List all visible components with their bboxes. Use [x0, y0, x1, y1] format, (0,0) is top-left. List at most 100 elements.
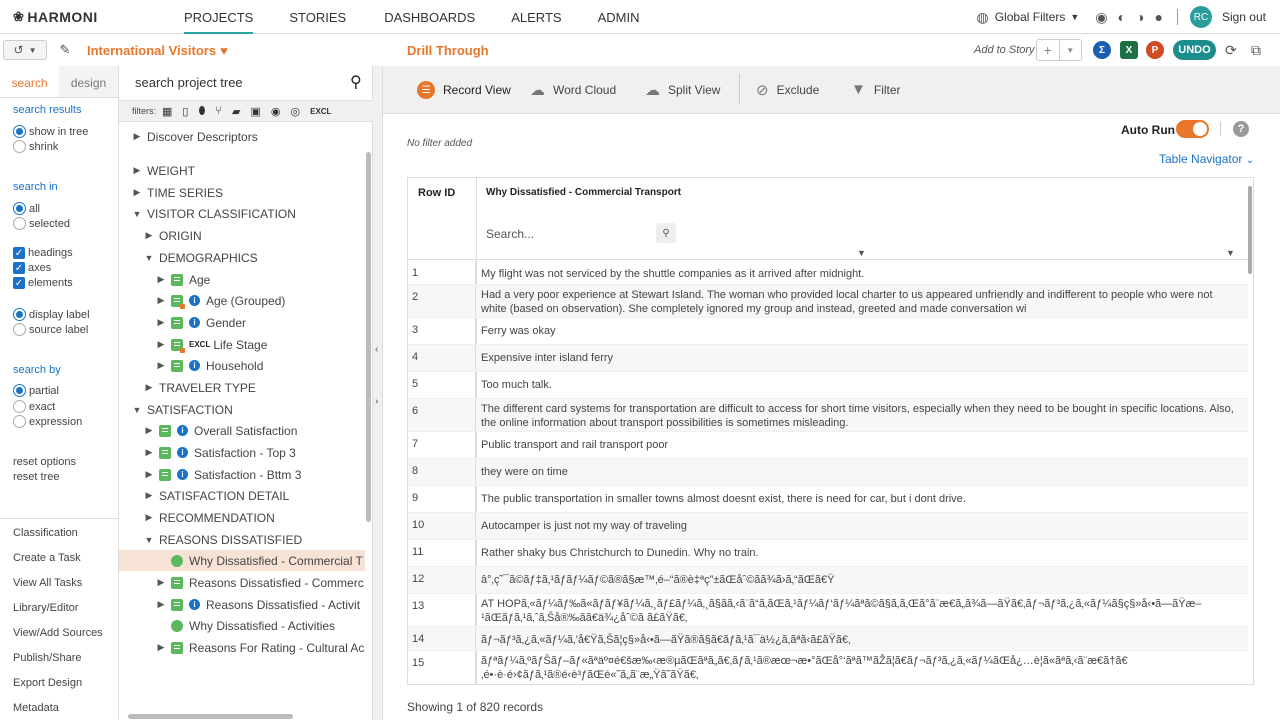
popout-icon[interactable]: ⧉	[1251, 42, 1261, 59]
tab-search[interactable]: search	[0, 66, 59, 97]
record-view-button[interactable]: ☰ Record View	[417, 81, 511, 99]
selected-radio[interactable]: selected	[13, 217, 70, 230]
tree-node[interactable]: ▼ REASONS DISSATISFIED	[119, 529, 365, 550]
table-row[interactable]: 4 Expensive inter island ferry	[408, 345, 1248, 372]
table-row[interactable]: 6 The different card systems for transpor…	[408, 399, 1248, 432]
table-row[interactable]: 12 â°‚ç˜¯ã©ãƒ‡ã‚¹ãƒ­ãƒ¼ãƒ©ã®ã§æ™‚é–“ã®è‡ª…	[408, 567, 1248, 594]
expand-arrow-icon[interactable]: ▶	[131, 131, 143, 142]
project-title[interactable]: International Visitors ♥	[87, 43, 228, 58]
table-row[interactable]: 10 Autocamper is just not my way of trave…	[408, 513, 1248, 540]
table-row[interactable]: 15 ãƒªãƒ¼ã‚ºãƒŠãƒ–ãƒ«ãªäº¤é€šæ‰‹æ®µãŒãªã„…	[408, 651, 1248, 684]
link-classification[interactable]: Classification	[13, 527, 78, 539]
tree-node[interactable]: ▼ SATISFACTION	[119, 399, 365, 420]
tree-node[interactable]: ▶ TIME SERIES	[119, 182, 365, 203]
collapse-arrow-icon[interactable]: ▼	[131, 405, 143, 415]
tree-node[interactable]: ▶ Reasons For Rating - Cultural Ac	[119, 637, 365, 658]
tree-node[interactable]: ▶ i Reasons Dissatisfied - Activit	[119, 594, 365, 615]
global-filters-dropdown[interactable]: ◍ Global Filters ▼	[977, 9, 1080, 26]
nav-alerts[interactable]: ALERTS	[511, 0, 561, 34]
nav-projects[interactable]: PROJECTS	[184, 0, 254, 34]
tree-h-scrollbar[interactable]	[128, 714, 293, 719]
panel-splitter[interactable]: ‹ ›	[373, 66, 383, 720]
avatar[interactable]: RC	[1189, 6, 1212, 28]
expression-radio[interactable]: expression	[13, 415, 82, 428]
exact-radio[interactable]: exact	[13, 400, 55, 413]
chevron-left-icon[interactable]: ‹	[375, 344, 378, 355]
table-scrollbar[interactable]	[1248, 186, 1252, 274]
column-menu-icon[interactable]: ▼	[1226, 248, 1235, 258]
table-navigator-dropdown[interactable]: Table Navigator ⌄	[1159, 152, 1254, 166]
caret-down-icon[interactable]: ▼	[1060, 40, 1082, 60]
collapse-arrow-icon[interactable]: ▼	[143, 535, 155, 545]
elements-checkbox[interactable]: ✓ elements	[13, 277, 73, 289]
nav-dashboards[interactable]: DASHBOARDS	[384, 0, 475, 34]
chevron-right-icon[interactable]: ›	[375, 396, 378, 407]
excel-export-icon[interactable]: X	[1120, 41, 1138, 59]
expand-arrow-icon[interactable]: ▶	[143, 425, 155, 436]
table-row[interactable]: 3 Ferry was okay	[408, 318, 1248, 345]
partial-radio[interactable]: partial	[13, 384, 59, 397]
tree-node[interactable]: ▶ i Overall Satisfaction	[119, 420, 365, 441]
heart-icon[interactable]: ♥	[220, 43, 228, 58]
tree-node[interactable]: ▶ Age	[119, 269, 365, 290]
link-library-editor[interactable]: Library/Editor	[13, 602, 78, 614]
excl-filter-icon[interactable]: EXCL	[310, 107, 331, 116]
refresh-icon[interactable]: ⟳	[1225, 42, 1237, 59]
shrink-radio[interactable]: shrink	[13, 140, 58, 153]
table-row[interactable]: 11 Rather shaky bus Christchurch to Duned…	[408, 540, 1248, 567]
display-label-radio[interactable]: display label	[13, 308, 90, 321]
table-row[interactable]: 14 ãƒ¬ãƒ³ã‚¿ã‚«ãƒ¼ã‚’å€Ÿã‚Šã¦ç§»å‹•ã—ãŸã®…	[408, 627, 1248, 651]
tree-node[interactable]: ▼ DEMOGRAPHICS	[119, 247, 365, 268]
table-row[interactable]: 7 Public transport and rail transport poo…	[408, 432, 1248, 459]
tree-node[interactable]: ▶ i Age (Grouped)	[119, 290, 365, 311]
link-create-task[interactable]: Create a Task	[13, 552, 81, 564]
eye-icon[interactable]: ◉	[1095, 9, 1107, 26]
exclude-button[interactable]: ⊘ Exclude	[756, 81, 819, 99]
add-to-story-control[interactable]: + ▼	[1036, 39, 1082, 61]
tree-node[interactable]: ▶ i Household	[119, 355, 365, 376]
table-search-input[interactable]: Search...	[486, 227, 534, 241]
nav-admin[interactable]: ADMIN	[598, 0, 640, 34]
tree-node[interactable]: ▼ VISITOR CLASSIFICATION	[119, 203, 365, 224]
search-icon[interactable]: ⚲	[350, 72, 362, 92]
expand-arrow-icon[interactable]: ▶	[155, 360, 167, 371]
table-row[interactable]: 5 Too much talk.	[408, 372, 1248, 399]
tree-node[interactable]: ▶ TRAVELER TYPE	[119, 377, 365, 398]
headings-checkbox[interactable]: ✓ headings	[13, 247, 73, 259]
reset-options-link[interactable]: reset options	[13, 456, 76, 468]
collapse-arrow-icon[interactable]: ▼	[131, 209, 143, 219]
link-view-all-tasks[interactable]: View All Tasks	[13, 577, 82, 589]
grid-filter-icon[interactable]: ▦	[162, 105, 172, 118]
col-header-row-id[interactable]: Row ID	[418, 187, 455, 199]
table-row[interactable]: 8 they were on time	[408, 459, 1248, 486]
tree-node[interactable]: ▶ i Satisfaction - Bttm 3	[119, 464, 365, 485]
col-header-text[interactable]: Why Dissatisfied - Commercial Transport	[486, 187, 681, 198]
pin-filter-icon[interactable]: ⬮	[198, 105, 205, 118]
tree-scrollbar[interactable]	[366, 152, 371, 522]
reset-tree-link[interactable]: reset tree	[13, 471, 59, 483]
split-view-button[interactable]: ☁ Split View	[645, 81, 720, 99]
link-metadata[interactable]: Metadata	[13, 702, 59, 714]
plus-icon[interactable]: +	[1037, 40, 1060, 60]
link-export-design[interactable]: Export Design	[13, 677, 82, 689]
edit-button[interactable]: ✎	[52, 40, 78, 60]
link-publish-share[interactable]: Publish/Share	[13, 652, 82, 664]
expand-arrow-icon[interactable]: ▶	[155, 295, 167, 306]
tree-node[interactable]: Why Dissatisfied - Activities	[119, 615, 365, 636]
folder-filter-icon[interactable]: ▰	[232, 105, 240, 118]
expand-arrow-icon[interactable]: ▶	[143, 230, 155, 241]
tab-design[interactable]: design	[59, 66, 118, 97]
column-filter-icon[interactable]: ▯	[182, 105, 188, 118]
nav-stories[interactable]: STORIES	[289, 0, 346, 34]
table-row[interactable]: 2 Had a very poor experience at Stewart I…	[408, 285, 1248, 318]
eye-filter-icon[interactable]: ◉	[271, 105, 281, 118]
table-search-button[interactable]: ⚲	[656, 223, 676, 243]
collapse-arrow-icon[interactable]: ▼	[143, 253, 155, 263]
tree-node[interactable]: ▶ SATISFACTION DETAIL	[119, 485, 365, 506]
show-in-tree-radio[interactable]: show in tree	[13, 125, 88, 138]
brush-icon[interactable]: ◐	[1118, 9, 1126, 25]
table-row[interactable]: 1 My flight was not serviced by the shutt…	[408, 261, 1248, 285]
expand-arrow-icon[interactable]: ▶	[155, 274, 167, 285]
source-label-radio[interactable]: source label	[13, 323, 88, 336]
table-row[interactable]: 9 The public transportation in smaller to…	[408, 486, 1248, 513]
